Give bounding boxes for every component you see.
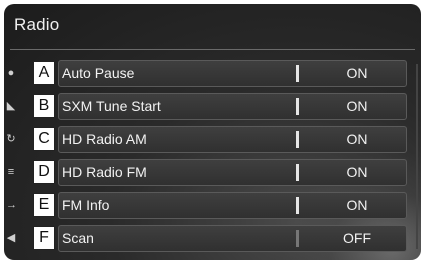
speaker-icon: ◀ [6, 232, 16, 244]
setting-value: ON [346, 65, 368, 81]
music-note-icon: ● [7, 67, 15, 79]
status-divider [296, 164, 299, 181]
status-divider [296, 98, 299, 115]
setting-label: Auto Pause [62, 65, 135, 81]
setting-row-sxm-tune-start[interactable]: ◣ B SXM Tune Start ON [4, 93, 421, 123]
callout-label: F [33, 226, 55, 250]
status-divider [296, 131, 299, 148]
setting-label: HD Radio FM [62, 164, 147, 180]
setting-label: HD Radio AM [62, 131, 147, 147]
status-divider [296, 65, 299, 82]
setting-value: ON [346, 197, 368, 213]
setting-value: ON [346, 131, 368, 147]
callout-label: D [33, 160, 55, 184]
page-title: Radio [14, 15, 60, 34]
satellite-icon: ◣ [6, 100, 16, 112]
callout-label: E [33, 193, 55, 217]
setting-row-auto-pause[interactable]: ● A Auto Pause ON [4, 60, 421, 90]
setting-value: OFF [343, 230, 371, 246]
arrow-icon: → [6, 199, 17, 211]
status-divider [296, 230, 299, 247]
radio-settings-screen: Radio ● A Auto Pause ON ◣ B SXM Tune Sta… [4, 4, 421, 260]
callout-label: A [33, 61, 55, 85]
setting-label: FM Info [62, 197, 110, 213]
setting-value: ON [346, 98, 368, 114]
setting-label: SXM Tune Start [62, 98, 161, 114]
list-icon: ≡ [7, 166, 15, 178]
callout-label: B [33, 94, 55, 118]
rotate-icon: ↻ [6, 133, 16, 145]
setting-value: ON [346, 164, 368, 180]
setting-row-hd-radio-am[interactable]: ↻ C HD Radio AM ON [4, 126, 421, 156]
title-divider [10, 49, 415, 50]
settings-list: ● A Auto Pause ON ◣ B SXM Tune Start ON … [4, 60, 421, 258]
callout-label: C [33, 127, 55, 151]
setting-row-fm-info[interactable]: → E FM Info ON [4, 192, 421, 222]
status-divider [296, 197, 299, 214]
setting-label: Scan [62, 230, 94, 246]
setting-row-hd-radio-fm[interactable]: ≡ D HD Radio FM ON [4, 159, 421, 189]
setting-row-scan[interactable]: ◀ F Scan OFF [4, 225, 421, 255]
